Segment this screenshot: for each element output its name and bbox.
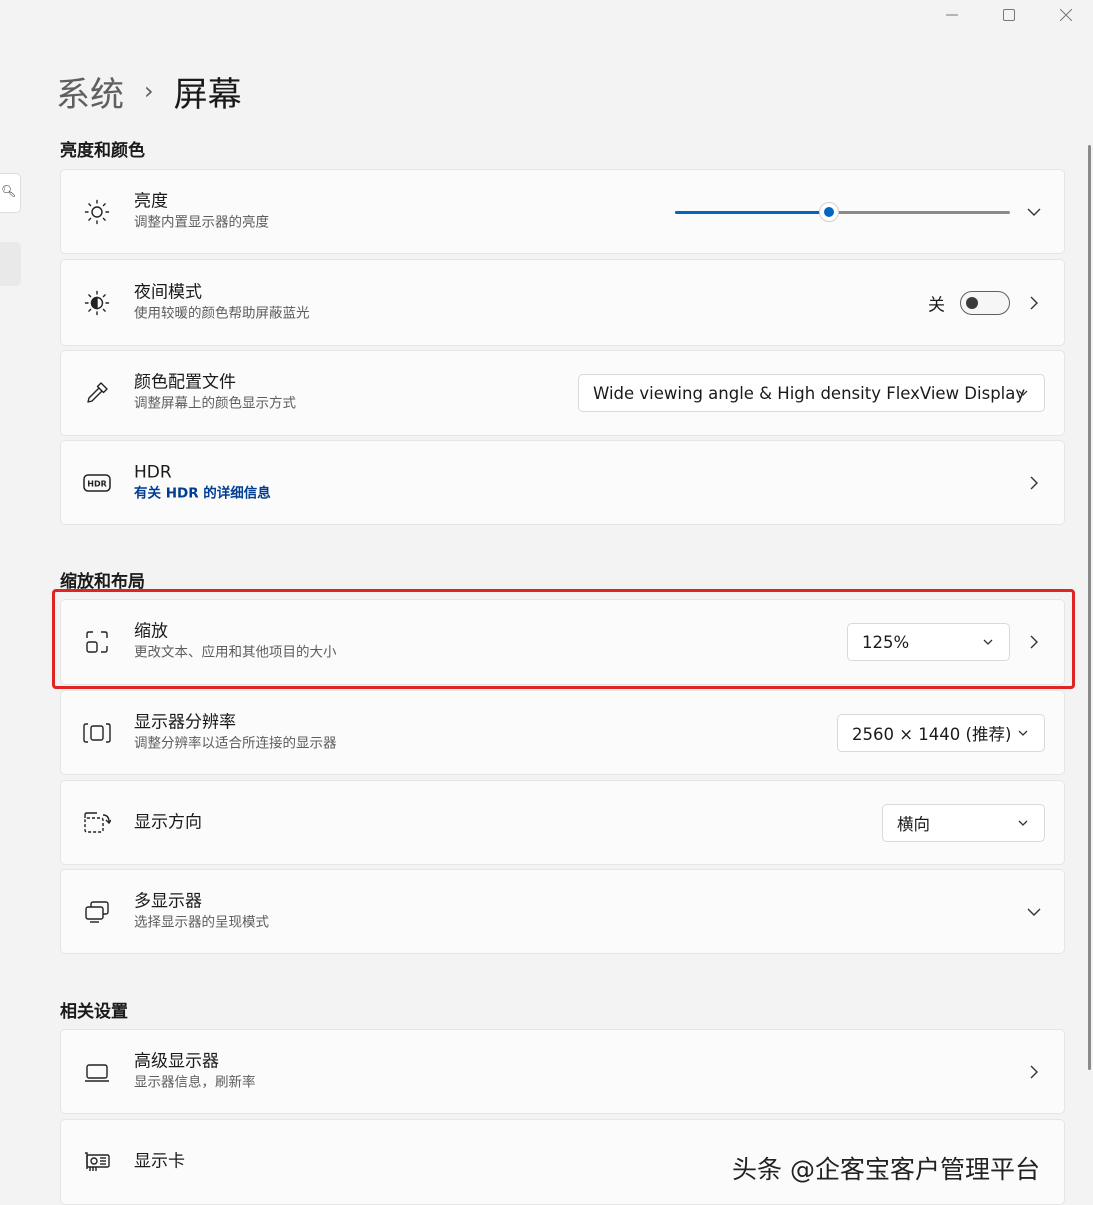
multi-display-card[interactable]: 多显示器 选择显示器的呈现模式: [60, 869, 1065, 954]
night-light-toggle[interactable]: [960, 290, 1010, 315]
graphics-title: 显示卡: [134, 1151, 185, 1172]
night-light-subtitle: 使用较暖的颜色帮助屏蔽蓝光: [134, 305, 310, 321]
search-icon: 🔍︎: [1, 184, 17, 198]
breadcrumb-chevron-icon: ›: [144, 77, 154, 105]
section-title-scale-layout: 缩放和布局: [60, 572, 145, 592]
breadcrumb-parent[interactable]: 系统: [56, 67, 124, 116]
sidebar-selected-item[interactable]: [0, 242, 21, 286]
minimize-icon: [946, 14, 958, 16]
svg-text:HDR: HDR: [87, 479, 107, 488]
chevron-right-icon[interactable]: [1024, 473, 1044, 493]
resolution-icon: [83, 719, 111, 747]
hdr-info-link[interactable]: 有关 HDR 的详细信息: [134, 483, 271, 503]
chevron-right-icon[interactable]: [1024, 293, 1044, 313]
resolution-dropdown[interactable]: 2560 × 1440 (推荐): [837, 713, 1045, 752]
multi-display-subtitle: 选择显示器的呈现模式: [134, 914, 269, 930]
minimize-button[interactable]: [929, 0, 975, 30]
scale-card[interactable]: 缩放 更改文本、应用和其他项目的大小 125%: [60, 599, 1065, 685]
resolution-subtitle: 调整分辨率以适合所连接的显示器: [134, 735, 337, 751]
sidebar-search-box[interactable]: 🔍︎: [0, 173, 21, 213]
color-profile-selected: Wide viewing angle & High density FlexVi…: [593, 383, 1026, 403]
laptop-icon: [83, 1058, 111, 1086]
brightness-title: 亮度: [134, 191, 168, 211]
brightness-slider[interactable]: [675, 201, 1010, 222]
chevron-down-icon: [1018, 730, 1028, 736]
brightness-card[interactable]: 亮度 调整内置显示器的亮度: [60, 169, 1065, 254]
chevron-right-icon[interactable]: [1024, 1062, 1044, 1082]
advanced-display-subtitle: 显示器信息，刷新率: [134, 1074, 256, 1090]
resolution-title: 显示器分辨率: [134, 712, 236, 732]
color-profile-subtitle: 调整屏幕上的颜色显示方式: [134, 395, 296, 412]
watermark: 头条 @企客宝客户管理平台: [732, 1155, 1040, 1184]
scale-selected: 125%: [862, 632, 910, 652]
night-light-icon: [83, 289, 111, 317]
multi-monitor-icon: [83, 898, 111, 926]
color-profile-dropdown[interactable]: Wide viewing angle & High density FlexVi…: [578, 374, 1045, 412]
resolution-card: 显示器分辨率 调整分辨率以适合所连接的显示器 2560 × 1440 (推荐): [60, 690, 1065, 775]
chevron-down-icon: [983, 639, 993, 645]
chevron-down-icon: [1018, 390, 1028, 396]
hdr-icon: HDR: [83, 469, 111, 497]
maximize-button[interactable]: [986, 0, 1032, 30]
scale-icon: [83, 628, 111, 656]
scrollbar[interactable]: [1088, 145, 1091, 1070]
chevron-down-icon: [1018, 820, 1028, 826]
rotate-screen-icon: [83, 809, 111, 837]
section-title-related: 相关设置: [60, 1002, 128, 1022]
color-profile-title: 颜色配置文件: [134, 372, 236, 393]
close-button[interactable]: [1043, 0, 1089, 30]
scale-subtitle: 更改文本、应用和其他项目的大小: [134, 644, 337, 661]
advanced-display-title: 高级显示器: [134, 1051, 219, 1071]
scale-title: 缩放: [134, 621, 168, 642]
toggle-knob: [966, 296, 978, 309]
orientation-selected: 横向: [897, 814, 930, 834]
sun-icon: [83, 198, 111, 226]
slider-fill: [675, 210, 830, 214]
eyedropper-icon: [83, 379, 111, 407]
chevron-down-icon[interactable]: [1024, 202, 1044, 222]
maximize-icon: [1003, 9, 1015, 21]
multi-display-title: 多显示器: [134, 891, 202, 911]
slider-thumb[interactable]: [819, 201, 840, 222]
section-title-brightness-color: 亮度和颜色: [60, 141, 145, 161]
close-icon: [1060, 9, 1072, 21]
advanced-display-card[interactable]: 高级显示器 显示器信息，刷新率: [60, 1029, 1065, 1114]
color-profile-card: 颜色配置文件 调整屏幕上的颜色显示方式 Wide viewing angle &…: [60, 350, 1065, 436]
resolution-selected: 2560 × 1440 (推荐): [852, 724, 1012, 744]
hdr-title: HDR: [134, 462, 172, 482]
chevron-right-icon[interactable]: [1024, 632, 1044, 652]
page-title: 屏幕: [173, 74, 242, 115]
breadcrumb: 系统 › 屏幕: [56, 66, 242, 116]
night-light-state: 关: [928, 295, 945, 315]
night-light-card[interactable]: 夜间模式 使用较暖的颜色帮助屏蔽蓝光 关: [60, 259, 1065, 346]
graphics-card-icon: [83, 1148, 111, 1176]
orientation-dropdown[interactable]: 横向: [882, 803, 1045, 842]
hdr-card[interactable]: HDR HDR 有关 HDR 的详细信息: [60, 440, 1065, 525]
scale-dropdown[interactable]: 125%: [847, 623, 1010, 661]
orientation-title: 显示方向: [134, 812, 202, 832]
orientation-card: 显示方向 横向: [60, 780, 1065, 865]
brightness-subtitle: 调整内置显示器的亮度: [134, 214, 269, 230]
night-light-title: 夜间模式: [134, 282, 202, 302]
chevron-down-icon[interactable]: [1024, 902, 1044, 922]
